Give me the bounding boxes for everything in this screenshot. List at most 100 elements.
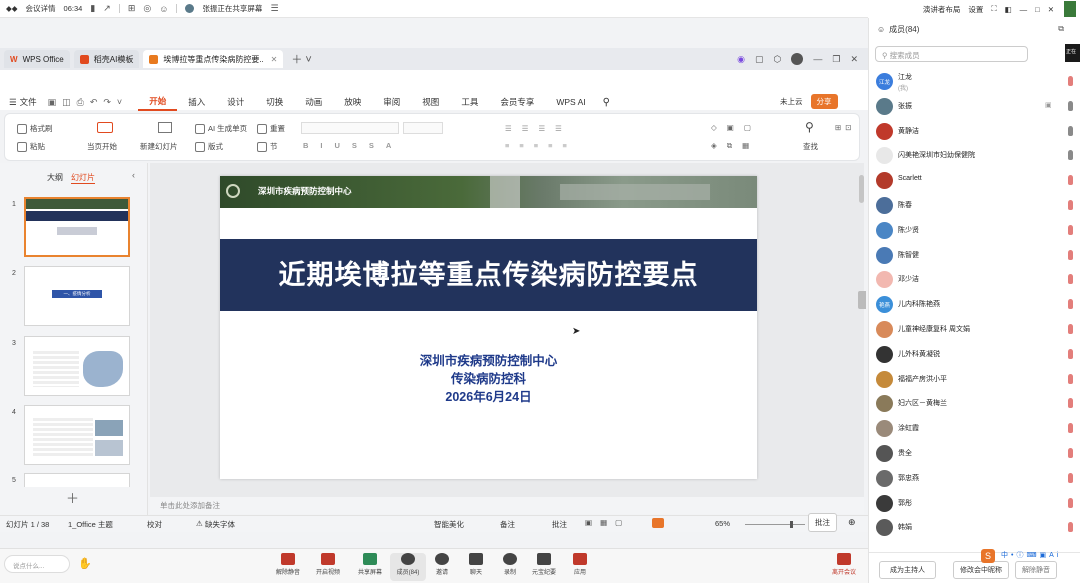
start-video-button[interactable]: 开启视频 bbox=[310, 553, 346, 576]
floating-badge[interactable]: 正在 bbox=[1065, 44, 1080, 62]
member-row[interactable]: 郭彤 bbox=[869, 492, 1080, 516]
font-size-select[interactable] bbox=[403, 122, 443, 134]
more-icon[interactable]: ☰ bbox=[270, 3, 278, 14]
rename-button[interactable]: 修改会中昵称 bbox=[953, 561, 1009, 579]
users-icon[interactable]: ☺ bbox=[159, 4, 168, 14]
menu-transition[interactable]: 切换 bbox=[255, 93, 294, 111]
slide-thumb-5[interactable] bbox=[24, 473, 130, 487]
chat-share-icon[interactable]: ◎ bbox=[143, 3, 151, 14]
shape-buttons[interactable]: ◇▣▢ bbox=[711, 123, 761, 132]
reset-button[interactable]: 重置 bbox=[257, 123, 285, 134]
wps-close-icon[interactable]: ✕ bbox=[850, 54, 858, 65]
user-avatar[interactable] bbox=[791, 53, 804, 65]
annotate-button[interactable]: 批注 bbox=[808, 513, 837, 532]
layout-button[interactable]: 版式 bbox=[195, 141, 223, 152]
mic-icon[interactable] bbox=[1068, 200, 1073, 210]
add-slide-icon[interactable]: ＋ bbox=[66, 488, 79, 507]
maximize-icon[interactable]: □ bbox=[1035, 5, 1040, 14]
mic-icon[interactable] bbox=[1068, 324, 1073, 334]
self-video-thumb[interactable] bbox=[1064, 1, 1076, 17]
slide-thumb-2[interactable]: 一、疫情分析 bbox=[24, 266, 130, 326]
member-row[interactable]: 儿童神经康复科 周文娟 bbox=[869, 318, 1080, 342]
tab-current-document[interactable]: 埃博拉等重点传染病防控要... ✕ bbox=[143, 50, 284, 68]
canvas-scrollbar[interactable] bbox=[859, 175, 864, 203]
ai-assistant-icon[interactable]: ◉ bbox=[737, 54, 745, 65]
member-row[interactable]: 贵全 bbox=[869, 442, 1080, 466]
tab-outline[interactable]: 大纲 bbox=[47, 172, 63, 183]
menu-slideshow[interactable]: 放映 bbox=[333, 93, 372, 111]
expand-panel-handle[interactable] bbox=[858, 291, 866, 309]
zoom-slider[interactable] bbox=[745, 524, 805, 525]
more-tools[interactable]: ⊞⊡ bbox=[835, 123, 856, 132]
chat-input[interactable]: 说点什么... bbox=[4, 555, 70, 573]
tab-slides[interactable]: 幻灯片 bbox=[71, 172, 95, 184]
member-row[interactable]: 张振 ▣ bbox=[869, 95, 1080, 119]
record-button[interactable]: 录制 bbox=[492, 553, 528, 576]
share-screen-button[interactable]: 共享屏幕 bbox=[352, 553, 388, 576]
menu-view[interactable]: 视图 bbox=[411, 93, 450, 111]
theme-name[interactable]: 1_Office 主题 bbox=[68, 519, 113, 530]
mic-icon[interactable] bbox=[1068, 348, 1073, 359]
member-row[interactable]: 妇六区－黄梅兰 bbox=[869, 392, 1080, 416]
slide-thumb-4[interactable] bbox=[24, 405, 130, 465]
menu-home[interactable]: 开始 bbox=[138, 93, 178, 111]
mic-icon[interactable] bbox=[1068, 472, 1073, 483]
mic-icon[interactable] bbox=[1068, 150, 1073, 161]
dashboard-icon[interactable]: ⊞ bbox=[128, 3, 136, 14]
become-host-button[interactable]: 成为主持人 bbox=[879, 561, 936, 579]
format-painter-button[interactable]: 格式刷 bbox=[17, 123, 53, 134]
font-name-select[interactable] bbox=[301, 122, 399, 134]
member-row[interactable]: 闪美艳深圳市妇幼保健院 bbox=[869, 144, 1080, 168]
close-tab-icon[interactable]: ✕ bbox=[271, 55, 278, 64]
mic-icon[interactable] bbox=[1068, 100, 1073, 111]
menu-file[interactable]: 文件 bbox=[20, 93, 48, 111]
wps-restore-icon[interactable]: ❐ bbox=[832, 54, 840, 65]
member-row[interactable]: 江龙 江龙 (我) bbox=[869, 70, 1080, 94]
align-buttons[interactable]: ≡≡≡≡≡ bbox=[505, 141, 577, 150]
close-icon[interactable]: ✕ bbox=[1048, 5, 1054, 14]
proof-button[interactable]: 校对 bbox=[147, 519, 162, 530]
menu-member[interactable]: 会员专享 bbox=[489, 93, 545, 111]
fit-zoom-icon[interactable]: ⊕ bbox=[848, 517, 856, 528]
ime-toolbar[interactable]: 中•ⓘ⌨▣Ai bbox=[1001, 550, 1061, 560]
zoom-thumb[interactable] bbox=[790, 521, 793, 528]
popout-icon[interactable]: ⧉ bbox=[1058, 24, 1064, 34]
mic-icon[interactable] bbox=[1068, 76, 1073, 86]
ai-single-button[interactable]: AI 生成单页 bbox=[195, 123, 247, 134]
mic-icon[interactable] bbox=[1068, 299, 1073, 310]
mic-icon[interactable] bbox=[1068, 522, 1073, 533]
window-icon[interactable]: ▢ bbox=[755, 54, 764, 65]
invite-button[interactable]: 邀请 bbox=[424, 553, 460, 576]
mic-icon[interactable] bbox=[1068, 125, 1073, 136]
search-icon[interactable]: ⚲ bbox=[597, 97, 610, 108]
play-icon[interactable] bbox=[97, 122, 113, 133]
member-row[interactable]: 郭忠燕 bbox=[869, 467, 1080, 491]
member-row[interactable]: 涂虹霞 bbox=[869, 417, 1080, 441]
sogou-ime-icon[interactable]: S bbox=[981, 549, 995, 563]
tab-docer-template[interactable]: 稻壳AI模板 bbox=[73, 50, 140, 68]
zoom-level[interactable]: 65% bbox=[715, 519, 730, 528]
tab-wps-office[interactable]: W WPS Office bbox=[4, 50, 70, 68]
pin-icon[interactable]: ◧ bbox=[1005, 5, 1012, 14]
member-search-input[interactable]: ⚲ 搜索成员 bbox=[875, 46, 1028, 62]
settings-button[interactable]: 设置 bbox=[968, 4, 983, 15]
mic-icon[interactable] bbox=[1068, 423, 1073, 434]
member-row[interactable]: 陈智健 bbox=[869, 244, 1080, 268]
mic-icon[interactable] bbox=[1068, 175, 1073, 186]
new-tab-icon[interactable]: ＋ ˅ bbox=[287, 51, 315, 67]
section-button[interactable]: 节 bbox=[257, 141, 278, 152]
member-row[interactable]: 儿外科黄凝锐 bbox=[869, 343, 1080, 367]
collapse-pane-icon[interactable]: ‹ bbox=[132, 170, 135, 180]
cube-icon[interactable]: ⬡ bbox=[774, 54, 782, 65]
menu-design[interactable]: 设计 bbox=[216, 93, 255, 111]
members-button[interactable]: 成员(84) bbox=[390, 553, 426, 581]
mic-icon[interactable] bbox=[1068, 398, 1073, 409]
external-link-icon[interactable]: ↗ bbox=[103, 3, 111, 14]
yuanbao-notes-button[interactable]: 元宝纪要 bbox=[526, 553, 562, 576]
menu-tools[interactable]: 工具 bbox=[450, 93, 489, 111]
member-row[interactable]: 邓少洁 bbox=[869, 268, 1080, 292]
arrange-buttons[interactable]: ◈⧉▦ bbox=[711, 141, 759, 151]
comment-button[interactable]: 批注 bbox=[552, 519, 567, 530]
missing-font-button[interactable]: 缺失字体 bbox=[205, 519, 235, 530]
slide-thumb-3[interactable] bbox=[24, 336, 130, 396]
